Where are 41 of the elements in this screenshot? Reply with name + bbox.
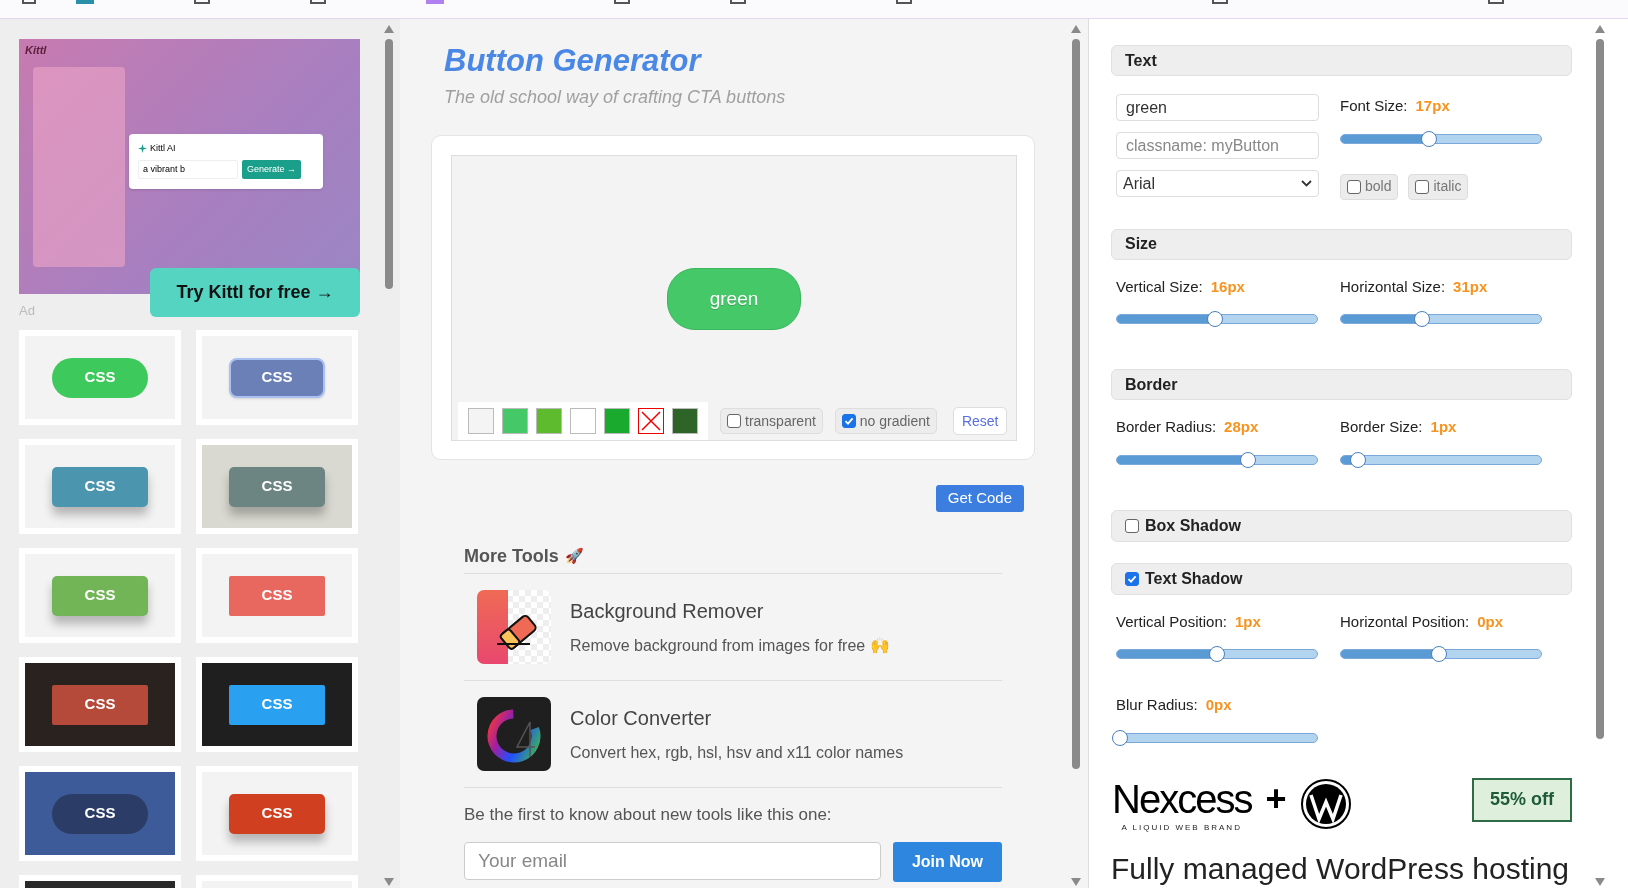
slider-value: 1px [1430,417,1457,437]
discount-badge: 55% off [1472,777,1572,822]
slider-value: 1px [1234,611,1261,632]
slider-value: 31px [1453,276,1488,297]
checkbox-label: no gradient [859,411,930,431]
section-title: Box Shadow [1145,515,1241,536]
plus-sign: + [1265,777,1287,820]
section-title: Text [1125,50,1157,71]
rocket-emoji: 🚀 [564,546,584,567]
page-title: Button Generator [443,42,703,80]
section-title: Size [1125,234,1157,254]
slider-label: Horizontal Position: [1340,611,1470,632]
ad-logo: Kittl [25,43,47,58]
slider-label: Horizontal Size: [1340,276,1446,297]
slider-value: 0px [1477,611,1504,632]
tool-description: Remove background from images for free 🙌 [570,636,890,656]
tool-description: Convert hex, rgb, hsl, hsv and x11 color names [570,743,904,763]
card-title: Kittl AI [150,142,176,155]
slider-label: Border Radius: [1116,417,1217,437]
section-title: Border [1125,374,1178,395]
tool-name: Background Remover [570,599,765,624]
checkbox-label: italic [1433,177,1462,196]
slider-value: 28px [1224,417,1259,437]
slider-label: Vertical Position: [1116,611,1227,632]
slider-label: Blur Radius: [1116,695,1198,715]
slider-label: Vertical Size: [1116,276,1203,297]
slider-value: 17px [1415,96,1450,116]
checkbox-label: transparent [745,411,816,431]
brand-tagline: A LIQUID WEB BRAND [1121,821,1242,834]
ad-headline: Fully managed WordPress hosting [1111,850,1570,887]
newsletter-text: Be the first to know about new tools like this one: [464,804,833,826]
page-subtitle: The old school way of crafting CTA buttons [443,86,787,109]
brand-logo: Nexcess [1112,777,1252,820]
section-heading: More Tools [464,545,559,568]
section-title: Text Shadow [1145,568,1243,589]
slider-value: 16px [1210,276,1245,297]
tool-name: Color Converter [570,706,713,731]
slider-value: 0px [1205,695,1232,715]
slider-label: Font Size: [1340,96,1408,116]
slider-label: Border Size: [1340,417,1423,437]
checkbox-label: bold [1365,177,1392,196]
